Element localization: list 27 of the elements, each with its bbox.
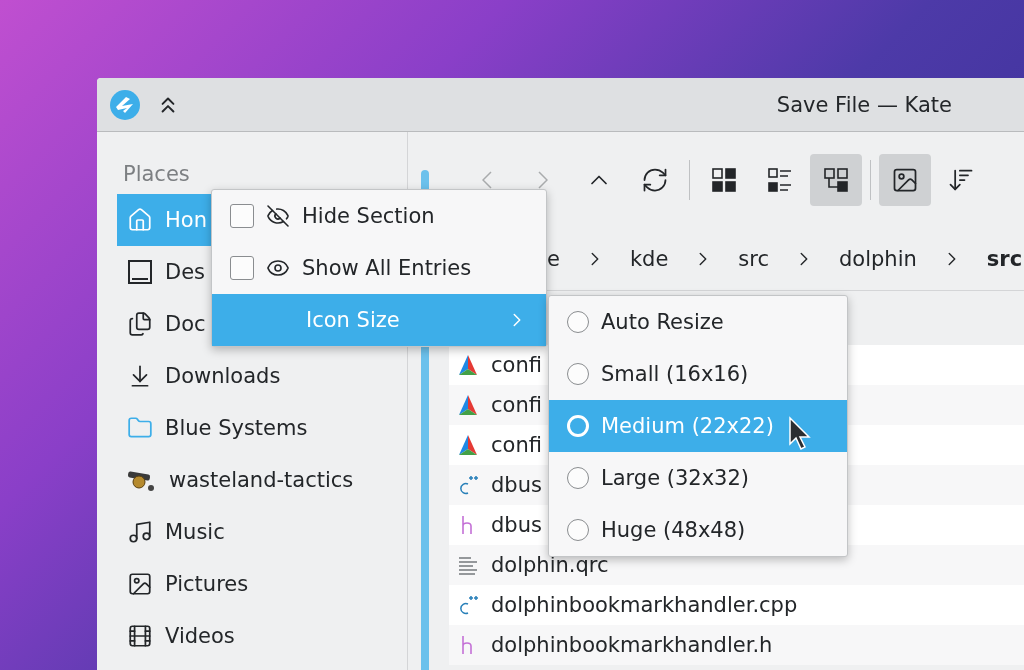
place-label: Music bbox=[165, 520, 225, 544]
menu-label: Large (32x32) bbox=[601, 466, 749, 490]
file-name: dolphin.qrc bbox=[491, 553, 609, 577]
menu-label: Hide Section bbox=[302, 204, 435, 228]
file-name: dbus bbox=[491, 473, 542, 497]
place-label: Downloads bbox=[165, 364, 281, 388]
menu-label: Huge (48x48) bbox=[601, 518, 746, 542]
window-title: Save File — Kate bbox=[776, 92, 952, 117]
menu-label: Icon Size bbox=[306, 308, 400, 332]
menu-label: Small (16x16) bbox=[601, 362, 749, 386]
file-name: dolphinbookmarkhandler.h bbox=[491, 633, 773, 657]
place-label: Pictures bbox=[165, 572, 249, 596]
file-name: confi bbox=[491, 393, 542, 417]
place-label: wasteland-tactics bbox=[169, 468, 354, 492]
place-label: Doc bbox=[165, 312, 206, 336]
places-heading: Places bbox=[122, 162, 191, 188]
file-name: confi bbox=[491, 433, 542, 457]
place-label: Hon bbox=[165, 208, 207, 232]
place-label: Blue Systems bbox=[165, 416, 308, 440]
menu-label: Auto Resize bbox=[601, 310, 724, 334]
menu-label: Medium (22x22) bbox=[601, 414, 774, 438]
place-label: Des bbox=[165, 260, 206, 284]
place-label: Videos bbox=[165, 624, 235, 648]
file-name: dolphinbookmarkhandler.cpp bbox=[491, 593, 798, 617]
file-name: confi bbox=[491, 353, 542, 377]
file-name: dbus bbox=[491, 513, 542, 537]
menu-label: Show All Entries bbox=[302, 256, 472, 280]
